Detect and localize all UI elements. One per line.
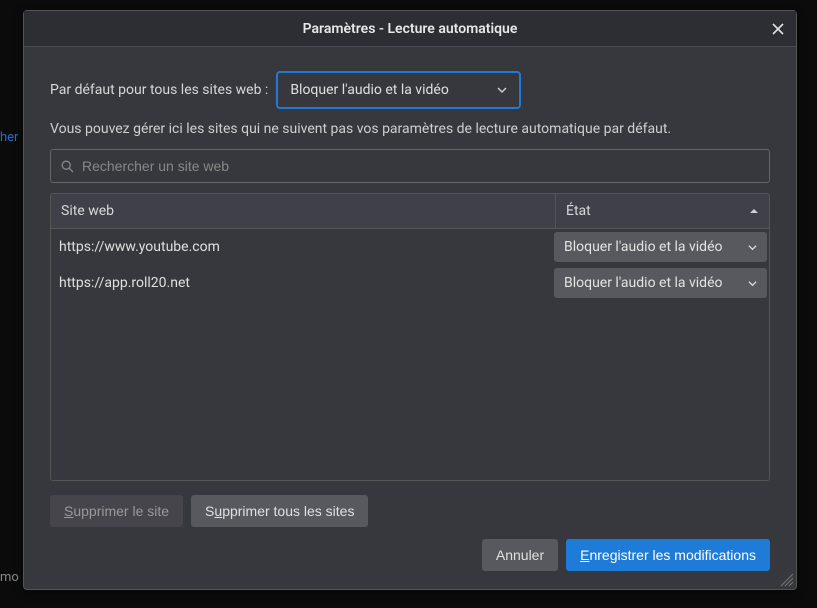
site-url: https://www.youtube.com: [51, 239, 554, 255]
remove-all-sites-button[interactable]: Supprimer tous les sites: [191, 495, 368, 527]
table-header: Site web État: [51, 194, 769, 229]
default-select-value: Bloquer l'audio et la vidéo: [290, 82, 448, 98]
chevron-down-icon: [748, 243, 757, 252]
table-body: https://www.youtube.com Bloquer l'audio …: [51, 229, 769, 480]
dialog-header: Paramètres - Lecture automatique: [24, 11, 796, 47]
table-row[interactable]: https://www.youtube.com Bloquer l'audio …: [51, 229, 769, 265]
search-icon: [61, 160, 74, 173]
cancel-button[interactable]: Annuler: [482, 539, 558, 571]
search-input[interactable]: [82, 158, 759, 174]
site-action-row: Supprimer le site Supprimer tous les sit…: [50, 495, 770, 527]
site-url: https://app.roll20.net: [51, 275, 554, 291]
dialog-footer: Annuler Enregistrer les modifications: [50, 527, 770, 571]
column-state[interactable]: État: [556, 194, 769, 228]
default-label: Par défaut pour tous les sites web :: [50, 82, 268, 98]
column-site[interactable]: Site web: [51, 194, 556, 228]
row-state-select[interactable]: Bloquer l'audio et la vidéo: [554, 268, 767, 298]
default-row: Par défaut pour tous les sites web : Blo…: [50, 71, 770, 109]
background-text: her: [0, 130, 18, 145]
table-row[interactable]: https://app.roll20.net Bloquer l'audio e…: [51, 265, 769, 301]
settings-dialog: Paramètres - Lecture automatique Par déf…: [23, 10, 797, 590]
sort-up-icon: [749, 206, 759, 216]
help-text: Vous pouvez gérer ici les sites qui ne s…: [50, 121, 770, 137]
save-button[interactable]: Enregistrer les modifications: [566, 539, 770, 571]
search-box[interactable]: [50, 149, 770, 183]
row-state-value: Bloquer l'audio et la vidéo: [564, 275, 722, 291]
resize-grip-icon: [780, 573, 794, 587]
sites-table: Site web État https://www.youtube.com Bl…: [50, 193, 770, 481]
remove-site-button: Supprimer le site: [50, 495, 183, 527]
row-state-select[interactable]: Bloquer l'audio et la vidéo: [554, 232, 767, 262]
row-state-value: Bloquer l'audio et la vidéo: [564, 239, 722, 255]
close-icon: [772, 23, 784, 35]
close-button[interactable]: [764, 15, 792, 43]
dialog-title: Paramètres - Lecture automatique: [24, 21, 796, 37]
column-state-label: État: [566, 203, 591, 219]
chevron-down-icon: [748, 279, 757, 288]
chevron-down-icon: [497, 85, 507, 95]
background-text: mo: [0, 570, 19, 585]
dialog-body: Par défaut pour tous les sites web : Blo…: [24, 47, 796, 589]
default-select[interactable]: Bloquer l'audio et la vidéo: [276, 71, 521, 109]
